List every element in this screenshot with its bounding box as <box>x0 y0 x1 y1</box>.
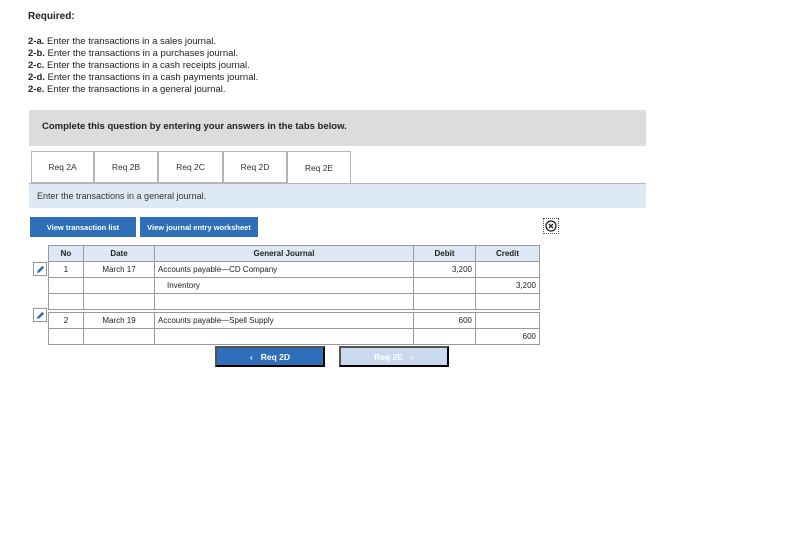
debit-cell <box>413 293 476 310</box>
account-cell: Inventory <box>154 277 414 294</box>
table-row: 600 <box>48 328 540 345</box>
account-cell <box>154 293 414 310</box>
header-no: No <box>48 245 84 262</box>
next-req-2e-button[interactable]: Req 2E › <box>339 346 449 367</box>
tab-req-2d[interactable]: Req 2D <box>223 151 287 183</box>
close-icon-glyph <box>545 220 557 232</box>
requirement-item: 2-d. Enter the transactions in a cash pa… <box>28 72 259 83</box>
view-journal-worksheet-button[interactable]: View journal entry worksheet <box>140 217 258 237</box>
table-row: 1 March 17 Accounts payable—CD Company 3… <box>48 261 540 278</box>
chevron-left-icon: ‹ <box>249 351 253 362</box>
debit-cell: 600 <box>413 312 476 329</box>
account-cell: Accounts payable—Spell Supply <box>154 312 414 329</box>
prev-req-2d-button[interactable]: ‹ Req 2D <box>215 346 325 367</box>
debit-cell: 3,200 <box>413 261 476 278</box>
edit-entry-2-button[interactable] <box>33 308 47 322</box>
table-row: 2 March 19 Accounts payable—Spell Supply… <box>48 312 540 329</box>
entry-no: 2 <box>48 312 84 329</box>
header-credit: Credit <box>475 245 540 262</box>
credit-cell: 600 <box>475 328 540 345</box>
requirement-item: 2-b. Enter the transactions in a purchas… <box>28 48 239 59</box>
entry-date <box>83 328 155 345</box>
view-transaction-list-button[interactable]: View transaction list <box>30 217 136 237</box>
prompt-bar: Enter the transactions in a general jour… <box>29 184 646 208</box>
tab-req-2e[interactable]: Req 2E <box>287 151 351 184</box>
table-header-row: No Date General Journal Debit Credit <box>48 245 540 262</box>
instruction-text: Complete this question by entering your … <box>42 121 347 132</box>
pencil-icon <box>36 265 44 273</box>
tab-req-2a[interactable]: Req 2A <box>31 151 94 183</box>
entry-no: 1 <box>48 261 84 278</box>
entry-date: March 19 <box>83 312 155 329</box>
credit-cell: 3,200 <box>475 277 540 294</box>
credit-cell <box>475 312 540 329</box>
general-journal-table: No Date General Journal Debit Credit 1 M… <box>48 245 540 345</box>
requirements-list: 2-a. Enter the transactions in a sales j… <box>28 36 258 96</box>
entry-date <box>83 277 155 294</box>
table-row <box>48 293 540 310</box>
pencil-icon <box>36 311 44 319</box>
debit-cell <box>413 277 476 294</box>
prev-button-label: Req 2D <box>260 351 291 362</box>
tab-req-2b[interactable]: Req 2B <box>94 151 158 183</box>
debit-cell <box>413 328 476 345</box>
edit-entry-1-button[interactable] <box>33 262 47 276</box>
close-icon[interactable] <box>543 218 559 234</box>
header-date: Date <box>83 245 155 262</box>
required-title: Required: <box>28 11 75 22</box>
entry-no <box>48 293 84 310</box>
table-row: Inventory 3,200 <box>48 277 540 294</box>
entry-date: March 17 <box>83 261 155 278</box>
requirement-item: 2-c. Enter the transactions in a cash re… <box>28 60 250 71</box>
entry-no <box>48 277 84 294</box>
requirement-item: 2-e. Enter the transactions in a general… <box>28 84 226 95</box>
credit-cell <box>475 261 540 278</box>
account-cell: Accounts payable—CD Company <box>154 261 414 278</box>
credit-cell <box>475 293 540 310</box>
chevron-right-icon: › <box>410 351 414 362</box>
entry-date <box>83 293 155 310</box>
next-button-label: Req 2E <box>374 351 403 362</box>
instruction-bar: Complete this question by entering your … <box>29 110 646 146</box>
header-debit: Debit <box>413 245 476 262</box>
requirement-item: 2-a. Enter the transactions in a sales j… <box>28 36 216 47</box>
tab-req-2c[interactable]: Req 2C <box>158 151 223 183</box>
header-general-journal: General Journal <box>154 245 414 262</box>
prompt-text: Enter the transactions in a general jour… <box>37 191 207 201</box>
entry-no <box>48 328 84 345</box>
account-cell <box>154 328 414 345</box>
